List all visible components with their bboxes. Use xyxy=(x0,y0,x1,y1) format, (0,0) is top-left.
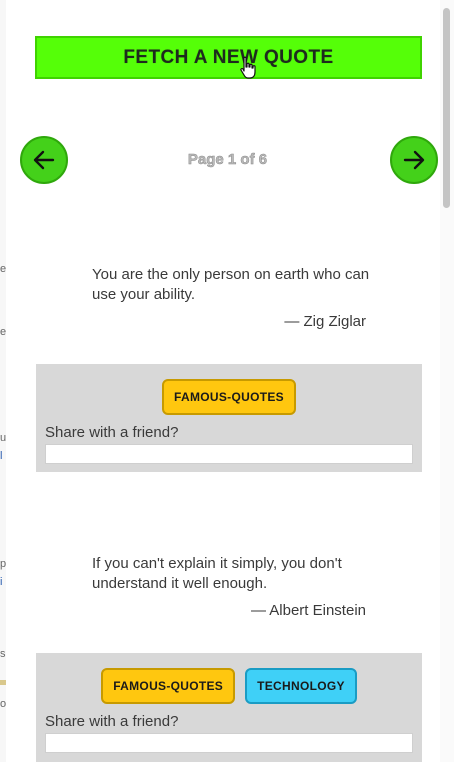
fetch-new-quote-button[interactable]: FETCH A NEW QUOTE xyxy=(35,36,422,79)
quote-card-footer: FAMOUS-QUOTES Share with a friend? xyxy=(36,364,422,472)
tag-list: FAMOUS-QUOTES xyxy=(36,379,422,415)
tag-famous-quotes[interactable]: FAMOUS-QUOTES xyxy=(162,379,296,415)
background-bar-fragment xyxy=(0,680,6,685)
share-label: Share with a friend? xyxy=(45,424,179,441)
quote-text: If you can't explain it simply, you don'… xyxy=(92,555,342,592)
hand-pointer-icon xyxy=(240,56,256,79)
quote-card-footer: FAMOUS-QUOTES TECHNOLOGY Share with a fr… xyxy=(36,653,422,762)
tag-technology[interactable]: TECHNOLOGY xyxy=(245,668,357,704)
quote-author: — Albert Einstein xyxy=(250,602,366,619)
previous-page-button[interactable] xyxy=(20,136,68,184)
next-page-button[interactable] xyxy=(390,136,438,184)
quote-text: You are the only person on earth who can… xyxy=(92,266,370,303)
share-input[interactable] xyxy=(45,733,413,753)
background-link-fragment: i xyxy=(0,576,3,588)
background-text-fragment: e xyxy=(0,326,6,338)
page-indicator: Page 1 of 6 xyxy=(187,151,268,169)
background-text-fragment: e xyxy=(0,263,6,275)
tag-famous-quotes[interactable]: FAMOUS-QUOTES xyxy=(101,668,236,704)
background-link-fragment: l xyxy=(0,450,3,462)
scrollbar-track[interactable] xyxy=(440,0,454,762)
quote-app: e e u l p i s o FETCH A NEW QUOTE Page 1… xyxy=(0,0,454,762)
scrollbar-thumb[interactable] xyxy=(443,8,450,208)
share-input[interactable] xyxy=(45,444,413,464)
background-text-fragment: u xyxy=(0,432,6,444)
quote-author: — Zig Ziglar xyxy=(284,313,366,330)
share-label: Share with a friend? xyxy=(45,713,179,730)
background-text-fragment: p xyxy=(0,558,6,570)
arrow-right-icon xyxy=(403,150,425,170)
background-text-fragment: s xyxy=(0,648,6,660)
background-text-fragment: o xyxy=(0,698,6,710)
arrow-left-icon xyxy=(33,150,55,170)
tag-list: FAMOUS-QUOTES TECHNOLOGY xyxy=(36,668,422,704)
